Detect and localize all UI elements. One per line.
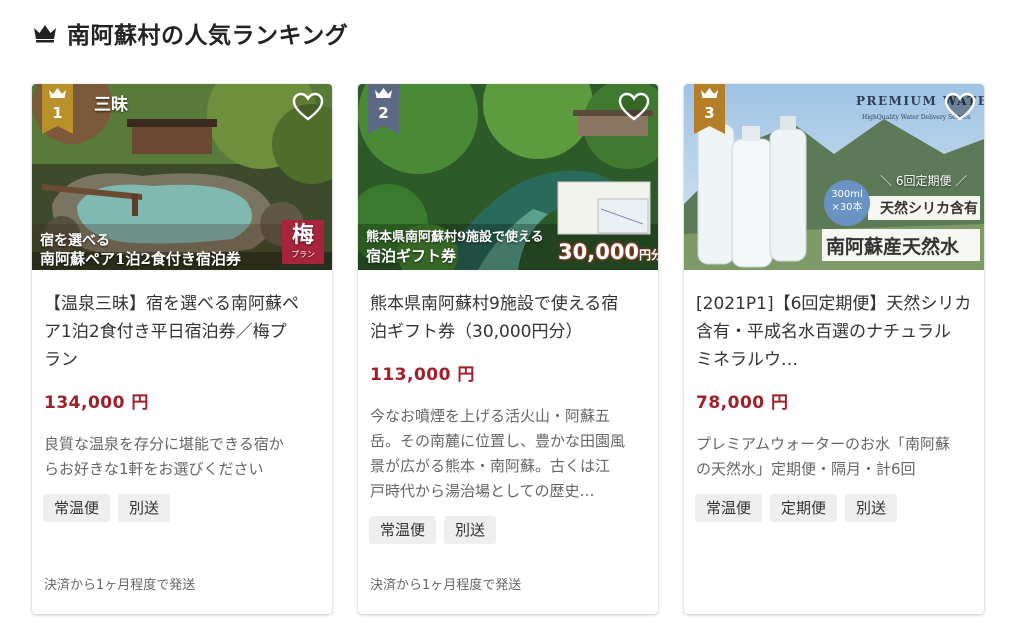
shipping-note: 決済から1ヶ月程度で発送: [44, 578, 196, 593]
product-description: プレミアムウォーターのお水「南阿蘇 の天然水」定期便・隔月・計6回: [696, 432, 972, 482]
section-heading: 南阿蘇村の人気ランキング: [32, 16, 348, 50]
product-title-line: 含有・平成名水百選のナチュラル: [696, 322, 951, 342]
gift-amount: 30,000 円分: [558, 240, 658, 266]
plan-stamp-text: 梅: [291, 222, 314, 248]
rank-badge: 1: [42, 84, 73, 134]
ranking-card-1[interactable]: 三昧 宿を選べる 南阿蘇ペア1泊2食付き宿泊券 梅 プラン 1 【温泉三昧】宿を…: [32, 84, 332, 614]
tag-badge: 別送: [845, 494, 898, 522]
product-description-line: 今なお噴煙を上げる活火山・阿蘇五: [370, 407, 611, 425]
product-price: 78,000 円: [696, 393, 789, 413]
image-caption-line1: 熊本県南阿蘇村9施設で使える: [366, 230, 544, 245]
product-title-line: 泊ギフト券（30,000円分）: [370, 322, 583, 342]
product-title[interactable]: [2021P1]【6回定期便】天然シリカ 含有・平成名水百選のナチュラル ミネラ…: [696, 290, 974, 374]
image-caption-line2: 宿泊ギフト券: [366, 247, 457, 265]
tag-badge: 常温便: [43, 494, 111, 522]
tag-list: 常温便 別送: [43, 494, 171, 522]
product-image[interactable]: 三昧 宿を選べる 南阿蘇ペア1泊2食付き宿泊券 梅 プラン 1: [32, 84, 332, 270]
rank-badge: 2: [368, 84, 399, 134]
image-caption-line2: 南阿蘇ペア1泊2食付き宿泊券: [40, 250, 241, 268]
rank-badge: 3: [694, 84, 725, 134]
image-caption-line1: 宿を選べる: [40, 233, 110, 249]
product-title-line: ラン: [44, 350, 78, 370]
rank-number: 3: [704, 104, 715, 122]
volume-badge: 300ml ×30本: [824, 180, 870, 226]
tag-badge: 常温便: [369, 516, 437, 544]
product-description: 今なお噴煙を上げる活火山・阿蘇五 岳。その南麓に位置し、豊かな田園風 景が広がる…: [370, 404, 646, 504]
gift-amount-value: 30,000: [558, 240, 640, 264]
product-price: 113,000 円: [370, 365, 475, 385]
tag-badge: 常温便: [695, 494, 763, 522]
gift-amount-unit: 円分: [639, 248, 658, 262]
favorite-heart-icon[interactable]: [292, 92, 324, 122]
tag-badge: 別送: [444, 516, 497, 544]
tag-badge: 別送: [118, 494, 171, 522]
ranking-card-2[interactable]: 熊本県南阿蘇村9施設で使える 宿泊ギフト券 30,000 円分 2 熊本県南阿蘇…: [358, 84, 658, 614]
product-title-line: [2021P1]【6回定期便】天然シリカ: [696, 294, 972, 314]
product-description-line: 景が広がる熊本・南阿蘇。古くは江: [370, 457, 611, 475]
plan-stamp-subtext: プラン: [291, 250, 315, 259]
favorite-heart-icon[interactable]: [944, 92, 976, 122]
product-title-line: 熊本県南阿蘇村9施設で使える宿: [370, 294, 619, 314]
tag-list: 常温便 別送: [369, 516, 497, 544]
product-description-line: 岳。その南麓に位置し、豊かな田園風: [370, 432, 626, 450]
product-description-line: の天然水」定期便・隔月・計6回: [696, 460, 916, 478]
product-description-line: 戸時代から湯治場としての歴史…: [370, 482, 595, 500]
favorite-heart-icon[interactable]: [618, 92, 650, 122]
tag-list: 常温便 定期便 別送: [695, 494, 898, 522]
product-price: 134,000 円: [44, 393, 149, 413]
ranking-card-3[interactable]: PREMIUM WATER HighQuality Water Delivery…: [684, 84, 984, 614]
image-caption-line3: 南阿蘇産天然水: [826, 236, 960, 258]
crown-icon: [34, 25, 56, 43]
product-description-line: プレミアムウォーターのお水「南阿蘇: [696, 435, 950, 453]
volume-badge-line2: ×30本: [831, 202, 863, 213]
image-caption-line1: ＼ 6回定期便 ／: [880, 174, 968, 188]
product-description-line: 良質な温泉を存分に堪能できる宿か: [44, 435, 284, 453]
ranking-section: 南阿蘇村の人気ランキング 三昧 宿を選べる 南阿蘇ペア1泊2食付き宿泊券 梅 プ…: [0, 0, 1024, 628]
product-title[interactable]: 【温泉三昧】宿を選べる南阿蘇ペ ア1泊2食付き平日宿泊券／梅プ ラン: [44, 290, 322, 374]
image-caption-line2: 天然シリカ含有: [880, 201, 978, 217]
product-title-line: 【温泉三昧】宿を選べる南阿蘇ペ: [44, 294, 299, 314]
plan-stamp: 梅 プラン: [282, 220, 324, 264]
section-title: 南阿蘇村の人気ランキング: [67, 23, 349, 49]
product-image[interactable]: PREMIUM WATER HighQuality Water Delivery…: [684, 84, 984, 270]
shipping-note: 決済から1ヶ月程度で発送: [370, 578, 522, 593]
product-description: 良質な温泉を存分に堪能できる宿か らお好きな1軒をお選びください: [44, 432, 320, 482]
rank-number: 2: [378, 104, 389, 122]
product-title-line: ミネラルウ…: [696, 350, 798, 370]
volume-badge-line1: 300ml: [831, 189, 863, 200]
product-title[interactable]: 熊本県南阿蘇村9施設で使える宿 泊ギフト券（30,000円分）: [370, 290, 648, 346]
rank-number: 1: [52, 104, 63, 122]
product-image[interactable]: 熊本県南阿蘇村9施設で使える 宿泊ギフト券 30,000 円分 2: [358, 84, 658, 270]
tag-badge: 定期便: [770, 494, 838, 522]
image-corner-text: 三昧: [94, 95, 128, 115]
product-description-line: らお好きな1軒をお選びください: [44, 460, 264, 478]
product-title-line: ア1泊2食付き平日宿泊券／梅プ: [44, 322, 287, 342]
